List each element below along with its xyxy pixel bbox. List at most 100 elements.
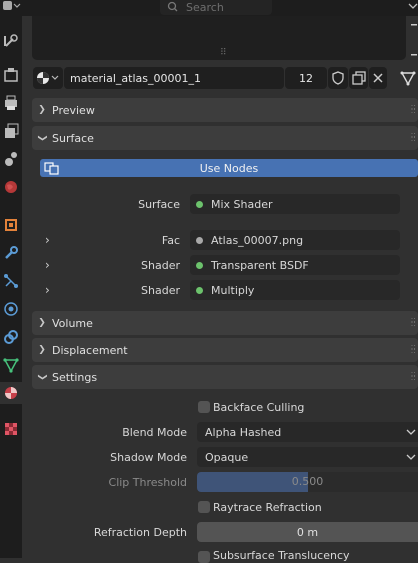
object-icon — [5, 219, 17, 231]
blend-mode-dropdown[interactable]: Alpha Hashed — [197, 422, 418, 442]
clip-threshold-slider[interactable]: 0.500 — [197, 472, 418, 492]
tab-tool[interactable] — [0, 30, 22, 52]
chevron-right-icon: ❯ — [38, 345, 46, 355]
panel-settings-title: Settings — [52, 370, 98, 384]
particles-icon — [4, 274, 18, 288]
node-tree-icon — [400, 71, 416, 86]
editor-type-dropdown[interactable] — [0, 0, 22, 12]
chevron-down-icon — [408, 3, 418, 9]
material-sphere-icon — [37, 72, 59, 84]
panel-surface-header[interactable]: ❯ Surface :::: — [32, 126, 418, 150]
tab-modifier[interactable] — [0, 242, 22, 264]
tab-render[interactable] — [0, 64, 22, 86]
clip-threshold-label: Clip Threshold — [108, 476, 187, 489]
duplicate-material-button[interactable] — [349, 67, 368, 89]
constraints-icon — [4, 330, 18, 344]
tab-data[interactable] — [0, 354, 22, 376]
fake-user-button[interactable] — [328, 67, 348, 89]
raytrace-refraction-label: Raytrace Refraction — [213, 501, 322, 514]
chevron-down-icon: ❯ — [37, 134, 47, 142]
chevron-right-icon: ❯ — [38, 318, 46, 328]
panel-displacement-header[interactable]: ❯ Displacement :::: — [32, 338, 418, 362]
subsurface-translucency-checkbox[interactable] — [198, 551, 210, 563]
tab-material[interactable] — [0, 382, 22, 404]
refraction-depth-field[interactable]: 0 m — [197, 522, 418, 542]
drag-handle-icon[interactable]: :::: — [411, 343, 416, 355]
data-icon — [3, 358, 19, 373]
pin-button[interactable] — [398, 68, 418, 88]
shader2-input-field[interactable]: Multiply — [190, 280, 400, 300]
refraction-depth-label: Refraction Depth — [93, 526, 187, 539]
surface-shader-field[interactable]: Mix Shader — [190, 194, 400, 214]
subsurface-translucency-label: Subsurface Translucency — [213, 549, 350, 562]
physics-icon — [4, 302, 18, 316]
header-options[interactable] — [408, 0, 418, 14]
material-browse-button[interactable] — [33, 67, 63, 89]
search-input[interactable]: Search — [160, 0, 272, 15]
shader1-label: Shader — [141, 259, 180, 272]
shadow-mode-value: Opaque — [205, 450, 249, 464]
tab-physics[interactable] — [0, 298, 22, 320]
blend-mode-label: Blend Mode — [122, 426, 187, 439]
shader1-input-field[interactable]: Transparent BSDF — [190, 255, 400, 275]
expand-shader1-toggle[interactable]: › — [45, 258, 50, 272]
shield-icon — [332, 71, 344, 85]
drag-handle-icon[interactable]: :::: — [411, 370, 416, 382]
chevron-right-icon: ❯ — [38, 105, 46, 115]
use-nodes-label: Use Nodes — [199, 161, 259, 175]
raytrace-refraction-checkbox[interactable] — [198, 501, 210, 513]
tab-scene[interactable] — [0, 148, 22, 170]
material-icon — [5, 387, 17, 399]
drag-handle-icon[interactable]: :::: — [411, 131, 416, 143]
drag-handle-icon[interactable]: :::: — [411, 316, 416, 328]
view-layer-icon — [5, 123, 19, 138]
panel-volume-title: Volume — [52, 316, 93, 330]
socket-dot — [196, 286, 203, 294]
fac-label: Fac — [161, 234, 180, 247]
world-icon — [5, 181, 17, 193]
panel-preview-header[interactable]: ❯ Preview :::: — [32, 98, 418, 122]
socket-dot — [196, 200, 203, 208]
modifier-icon — [5, 246, 18, 259]
tab-output[interactable] — [0, 92, 22, 114]
expand-shader2-toggle[interactable]: › — [45, 283, 50, 297]
nodetree-icon — [44, 162, 59, 175]
backface-culling-label: Backface Culling — [213, 401, 305, 414]
properties-editor-icon — [3, 1, 21, 10]
list-resize-handle[interactable]: ⠿ — [220, 48, 234, 58]
search-placeholder: Search — [186, 1, 224, 14]
panel-settings-header[interactable]: ❯ Settings :::: — [32, 365, 418, 389]
chevron-down-icon — [406, 429, 416, 435]
output-icon — [5, 95, 17, 110]
material-name-field[interactable]: material_atlas_00001_1 — [64, 67, 284, 89]
use-nodes-button[interactable]: Use Nodes — [40, 159, 418, 177]
material-users-count[interactable]: 12 — [285, 67, 327, 89]
material-slots-list[interactable] — [32, 16, 406, 60]
close-icon — [373, 73, 383, 83]
fac-input-value: Atlas_00007.png — [211, 233, 304, 247]
shader1-input-value: Transparent BSDF — [211, 258, 309, 272]
panel-volume-header[interactable]: ❯ Volume :::: — [32, 311, 418, 335]
tab-texture[interactable] — [0, 418, 22, 440]
refraction-depth-value: 0 m — [296, 525, 319, 539]
shadow-mode-dropdown[interactable]: Opaque — [197, 447, 418, 467]
socket-dot — [196, 261, 203, 269]
tab-particles[interactable] — [0, 270, 22, 292]
tab-view-layer[interactable] — [0, 120, 22, 142]
add-remove-icons — [411, 24, 417, 56]
chevron-down-icon — [406, 454, 416, 460]
blend-mode-value: Alpha Hashed — [205, 425, 282, 439]
socket-dot — [196, 236, 203, 244]
unlink-material-button[interactable] — [369, 67, 387, 89]
chevron-down-icon: ❯ — [37, 373, 47, 381]
tab-object[interactable] — [0, 214, 22, 236]
backface-culling-checkbox[interactable] — [198, 401, 210, 413]
tab-world[interactable] — [0, 176, 22, 198]
expand-fac-toggle[interactable]: › — [45, 233, 50, 247]
fac-input-field[interactable]: Atlas_00007.png — [190, 230, 400, 250]
properties-tab-bar — [0, 0, 22, 558]
panel-preview-title: Preview — [52, 103, 95, 117]
drag-handle-icon[interactable]: :::: — [411, 103, 416, 115]
texture-icon — [5, 423, 17, 435]
tab-constraints[interactable] — [0, 326, 22, 348]
